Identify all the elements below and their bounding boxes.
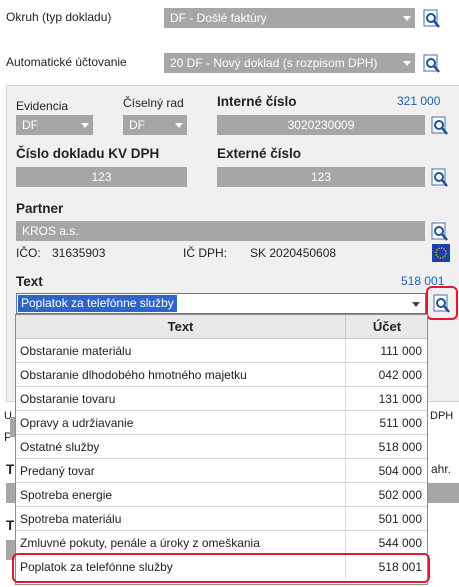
behind-label-t1: T	[6, 462, 15, 477]
row-ucet: 502 000	[378, 488, 422, 502]
icdph-value: SK 2020450608	[250, 246, 337, 260]
partner-field[interactable]: KROS a.s.	[16, 221, 425, 241]
externe-cislo-field[interactable]: 123	[217, 167, 425, 187]
dropdown-row[interactable]: Spotreba materiálu 501 000	[16, 507, 427, 531]
dropdown-row[interactable]: Obstaranie materiálu 111 000	[16, 339, 427, 363]
behind-label-t2: T	[6, 518, 15, 533]
row-ucet: 501 000	[378, 512, 422, 526]
behind-field	[428, 483, 459, 503]
text-dropdown-list[interactable]: Text Účet Obstaranie materiálu 111 000 Ob…	[15, 314, 428, 585]
row-text: Ostatné služby	[16, 435, 346, 459]
text-input-value: Poplatok za telefónne služby	[18, 295, 177, 312]
row-ucet: 042 000	[378, 368, 422, 382]
row-text: Zmluvné pokuty, penále a úroky z omeškan…	[16, 531, 346, 555]
okruh-select[interactable]: DF - Došlé faktúry	[164, 8, 415, 28]
chevron-down-icon	[403, 16, 411, 21]
row-ucet: 544 000	[378, 536, 422, 550]
auto-uctovanie-value: 20 DF - Nový doklad (s rozpisom DPH)	[170, 56, 378, 70]
behind-label-ahr: ahr.	[431, 462, 452, 476]
ciselny-rad-value: DF	[129, 118, 145, 132]
ico-label: IČO:	[16, 246, 41, 260]
text-label: Text	[16, 274, 43, 289]
column-header-text[interactable]: Text	[16, 315, 346, 339]
interne-cislo-label: Interné číslo	[217, 94, 297, 109]
row-ucet: 111 000	[380, 344, 422, 358]
row-text: Obstaranie materiálu	[16, 339, 346, 363]
evidencia-select[interactable]: DF	[16, 115, 93, 135]
magnifier-lookup-icon[interactable]	[430, 168, 450, 188]
auto-uctovanie-select[interactable]: 20 DF - Nový doklad (s rozpisom DPH)	[164, 53, 415, 73]
evidencia-label: Evidencia	[16, 99, 69, 113]
highlight-selected-row	[12, 553, 430, 583]
dropdown-row[interactable]: Ostatné služby 518 000	[16, 435, 427, 459]
ciselny-rad-label: Číselný rad	[123, 96, 184, 110]
interne-cislo-account[interactable]: 321 000	[397, 94, 440, 108]
ciselny-rad-select[interactable]: DF	[123, 115, 187, 135]
row-ucet: 511 000	[379, 416, 423, 430]
magnifier-lookup-icon[interactable]	[430, 116, 450, 136]
dropdown-row[interactable]: Obstaranie dlhodobého hmotného majetku 04…	[16, 363, 427, 387]
auto-uctovanie-label: Automatické účtovanie	[6, 55, 127, 69]
row-text: Obstaranie tovaru	[16, 387, 346, 411]
eu-flag-icon[interactable]	[432, 244, 450, 262]
row-text: Spotreba energie	[16, 483, 346, 507]
okruh-value: DF - Došlé faktúry	[170, 11, 267, 25]
cislo-kv-label: Číslo dokladu KV DPH	[16, 146, 160, 161]
row-ucet: 518 000	[378, 440, 422, 454]
chevron-down-icon[interactable]	[412, 302, 420, 307]
row-ucet: 131 000	[378, 392, 422, 406]
dropdown-header: Text Účet	[16, 315, 427, 339]
dropdown-row[interactable]: Obstaranie tovaru 131 000	[16, 387, 427, 411]
okruh-label: Okruh (typ dokladu)	[6, 10, 112, 24]
interne-cislo-field[interactable]: 3020230009	[217, 115, 425, 135]
chevron-down-icon	[403, 61, 411, 66]
magnifier-lookup-icon[interactable]	[430, 222, 450, 242]
evidencia-value: DF	[22, 118, 38, 132]
row-ucet: 504 000	[378, 464, 422, 478]
ico-value: 31635903	[52, 246, 106, 260]
dropdown-row[interactable]: Predaný tovar 504 000	[16, 459, 427, 483]
icdph-label: IČ DPH:	[183, 246, 228, 260]
dropdown-row[interactable]: Spotreba energie 502 000	[16, 483, 427, 507]
column-header-ucet[interactable]: Účet	[346, 315, 428, 339]
highlight-lookup-button	[426, 286, 458, 320]
chevron-down-icon	[175, 123, 183, 128]
tab-dph-label[interactable]: DPH	[430, 410, 453, 422]
dropdown-row[interactable]: Opravy a udržiavanie 511 000	[16, 411, 427, 435]
row-text: Obstaranie dlhodobého hmotného majetku	[16, 363, 346, 387]
text-combo-input[interactable]: Poplatok za telefónne služby	[16, 293, 426, 314]
row-text: Opravy a udržiavanie	[16, 411, 346, 435]
magnifier-lookup-icon[interactable]	[422, 9, 442, 29]
externe-cislo-label: Externé číslo	[217, 146, 302, 161]
row-text: Predaný tovar	[16, 459, 346, 483]
row-text: Spotreba materiálu	[16, 507, 346, 531]
cislo-kv-field[interactable]: 123	[16, 167, 187, 187]
chevron-down-icon	[81, 123, 89, 128]
dropdown-row[interactable]: Zmluvné pokuty, penále a úroky z omeškan…	[16, 531, 427, 555]
magnifier-lookup-icon[interactable]	[422, 54, 442, 74]
partner-label: Partner	[16, 201, 64, 216]
